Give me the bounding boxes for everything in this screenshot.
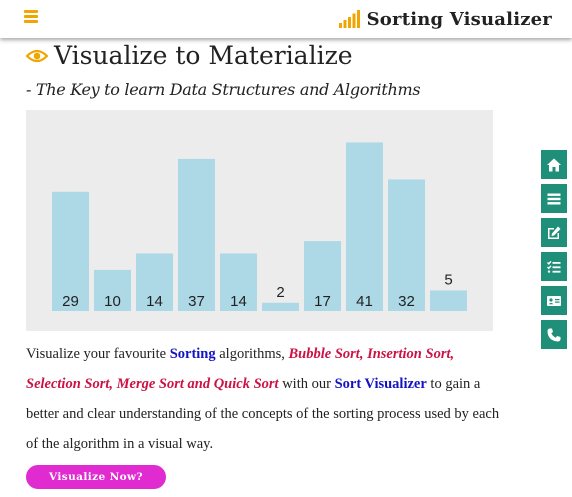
list-icon [547,193,561,204]
desc-text: Visualize your favourite [26,346,170,362]
bar-value-label: 14 [146,293,163,310]
chart-bar [262,302,299,311]
list-button[interactable] [541,184,567,213]
chart-bar [430,290,467,311]
checklist-button[interactable] [541,252,567,281]
bar-value-label: 41 [356,293,373,310]
visualize-now-button[interactable]: Visualize Now? [26,465,166,489]
page-title: Visualize to Materialize [54,40,353,70]
desc-text: with our [278,376,335,392]
bar-value-label: 37 [188,293,205,310]
bar-value-label: 10 [104,293,121,310]
phone-button[interactable] [541,320,567,349]
hero-heading: Visualize to Materialize [26,38,353,72]
eye-icon [26,49,48,63]
bar-value-label: 29 [62,293,79,310]
bar-chart-svg: 29 10 14 37 14 2 17 41 32 5 [52,142,467,311]
home-button[interactable] [541,150,567,179]
sorting-keyword: Sorting [169,346,216,362]
signal-bars-icon [338,10,360,28]
contact-card-icon [547,295,561,306]
contact-card-button[interactable] [541,286,567,315]
desc-text: algorithms, [215,346,289,362]
bar-value-label: 32 [398,293,415,310]
checklist-icon [547,260,561,273]
tagline: - The Key to learn Data Structures and A… [26,80,421,99]
brand[interactable]: Sorting Visualizer [338,6,552,32]
chart-bar [346,142,383,311]
sort-visualizer-keyword: Sort Visualizer [334,376,427,392]
bar-value-label: 2 [276,284,284,301]
edit-button[interactable] [541,218,567,247]
phone-icon [547,328,561,341]
bar-value-label: 14 [230,293,247,310]
top-navbar: Sorting Visualizer [0,0,572,38]
hamburger-icon[interactable] [24,9,40,23]
home-icon [547,158,561,171]
edit-icon [548,226,561,239]
description: Visualize your favourite Sorting algorit… [26,339,501,459]
bar-value-label: 17 [314,293,331,310]
chart-bar [178,158,215,311]
bar-value-label: 5 [444,271,452,288]
sorting-bar-chart: 29 10 14 37 14 2 17 41 32 5 [26,110,493,331]
brand-title: Sorting Visualizer [366,8,552,30]
side-navigation [541,150,567,354]
chart-bar [388,179,425,311]
